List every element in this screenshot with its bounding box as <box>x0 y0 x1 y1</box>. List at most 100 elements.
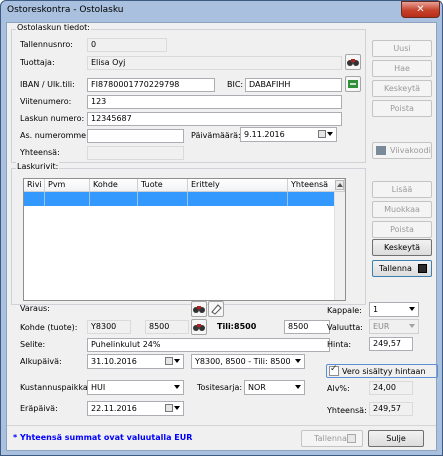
invoice-rows-title: Laskurivit: <box>16 162 60 171</box>
viivakoodi-button[interactable]: Viivakoodi <box>372 142 432 159</box>
row-divider <box>44 192 45 206</box>
tallenna-footer-button[interactable]: Tallenna <box>301 430 363 447</box>
table-row[interactable] <box>24 192 345 206</box>
close-button[interactable]: ✕ <box>401 1 440 18</box>
row-divider <box>287 192 288 206</box>
laskun-numero-input[interactable]: 12345687 <box>87 112 342 126</box>
hinta-label: Hinta: <box>327 340 352 349</box>
save-icon <box>347 434 356 443</box>
hinta-input[interactable]: 249,57 <box>369 337 413 351</box>
calendar-icon <box>318 130 326 138</box>
lisaa-button[interactable]: Lisää <box>372 181 432 198</box>
kappale-select[interactable]: 1 <box>369 302 419 317</box>
column-header-tuote[interactable]: Tuote <box>138 179 188 192</box>
tili-label: Tili: <box>217 322 234 331</box>
kohde-label: Kohde (tuote): <box>20 323 78 332</box>
currency-note: * Yhteensä summat ovat valuutalla EUR <box>13 433 193 442</box>
paivamaara-label: Päivämäärä: <box>191 131 241 140</box>
poista-header-button[interactable]: Poista <box>372 100 432 117</box>
kohde-right-input[interactable]: 8500 <box>284 320 330 334</box>
chevron-down-icon <box>409 307 415 311</box>
chevron-up-icon <box>337 183 343 187</box>
row-yhteensa-label: Yhteensä: <box>327 406 367 415</box>
bic-input[interactable]: DABAFIHH <box>245 78 342 92</box>
keskeyta-header-button[interactable]: Keskeytä <box>372 80 432 97</box>
column-header-kohde[interactable]: Kohde <box>90 179 138 192</box>
binoculars-icon <box>193 306 205 313</box>
tositesarja-select[interactable]: NOR <box>244 380 305 395</box>
viivakoodi-label: Viivakoodi <box>390 146 431 155</box>
vero-label: Vero sisältyy hintaan <box>342 367 426 376</box>
yhteensa-field <box>87 146 184 160</box>
varaus-label: Varaus: <box>20 304 50 313</box>
tositesarja-label: Tositesarja: <box>197 383 243 392</box>
binoculars-icon <box>347 59 359 66</box>
footer-divider <box>7 425 436 426</box>
viitenumero-input[interactable]: 123 <box>87 95 342 109</box>
tallenna-row-button[interactable]: Tallenna <box>372 260 432 277</box>
as-numeromme-label: As. numeromme: <box>20 131 89 140</box>
kohde-tili-combo-value: Y8300, 8500 - Tili: 8500 <box>195 357 291 366</box>
kohde-number-field: 8500 <box>145 320 189 334</box>
kohde-code-field: Y8300 <box>87 320 131 334</box>
paivamaara-datepicker[interactable]: 9.11.2016 <box>240 127 337 142</box>
kappale-label: Kappale: <box>327 306 362 315</box>
erapaiva-datepicker[interactable]: 22.11.2016 <box>87 401 184 416</box>
save-icon <box>418 264 427 273</box>
valuutta-label: Valuutta: <box>327 323 363 332</box>
selite-input[interactable]: Puhelinkulut 24% <box>87 338 330 352</box>
title-bar[interactable]: Ostoreskontra - Ostolasku ✕ <box>1 1 442 21</box>
iban-input[interactable]: FI8780001770229798 <box>87 78 215 92</box>
kohde-search-button[interactable] <box>191 319 207 335</box>
tallennusnro-label: Tallennusnro: <box>20 40 73 49</box>
invoice-rows-table[interactable]: Rivi Pvm Kohde Tuote Erittely Yhteensä <box>23 178 346 301</box>
app-window: Ostoreskontra - Ostolasku ✕ Ostolaskun t… <box>0 0 443 456</box>
tili-value: 8500 <box>234 322 257 331</box>
muokkaa-button[interactable]: Muokkaa <box>372 201 432 218</box>
tallenna-row-label: Tallenna <box>379 264 412 273</box>
chevron-down-icon <box>327 132 333 136</box>
poista-row-button[interactable]: Poista <box>372 221 432 238</box>
chevron-down-icon <box>409 324 415 328</box>
chevron-down-icon <box>295 359 301 363</box>
chevron-down-icon <box>295 385 301 389</box>
paivamaara-value: 9.11.2016 <box>244 130 285 139</box>
tallennusnro-field: 0 <box>87 38 167 52</box>
vero-checkbox[interactable] <box>329 364 339 376</box>
hae-button[interactable]: Hae <box>372 60 432 77</box>
barcode-icon <box>376 146 386 155</box>
invoice-details-title: Ostolaskun tiedot: <box>16 23 91 32</box>
keskeyta-row-button[interactable]: Keskeytä <box>372 239 432 256</box>
kustannuspaikka-select[interactable]: HUI <box>87 380 184 395</box>
alv-label: Alv%: <box>327 384 350 393</box>
client-area: Ostolaskun tiedot: Tallennusnro: 0 Tuott… <box>6 22 438 451</box>
yhteensa-label: Yhteensä: <box>20 148 60 157</box>
bank-lookup-button[interactable] <box>345 76 361 92</box>
uusi-button[interactable]: Uusi <box>372 40 432 57</box>
eraser-icon <box>211 304 222 315</box>
table-scrollbar[interactable] <box>334 192 345 300</box>
row-yhteensa-field: 249,57 <box>369 402 413 416</box>
row-divider <box>137 192 138 206</box>
column-header-pvm[interactable]: Pvm <box>45 179 90 192</box>
as-numeromme-input[interactable] <box>87 129 184 143</box>
calendar-icon <box>165 404 173 412</box>
varaus-clear-button[interactable] <box>208 301 224 317</box>
column-header-rivi[interactable]: Rivi <box>24 179 45 192</box>
alkupaiva-datepicker[interactable]: 31.10.2016 <box>87 354 184 369</box>
viitenumero-label: Viitenumero: <box>20 97 72 106</box>
kustannuspaikka-label: Kustannuspaikka: <box>20 383 91 392</box>
chevron-down-icon <box>174 385 180 389</box>
kohde-tili-combo[interactable]: Y8300, 8500 - Tili: 8500 <box>191 354 305 369</box>
refresh-icon <box>348 80 358 88</box>
sulje-button[interactable]: Sulje <box>368 430 424 447</box>
valuutta-select[interactable]: EUR <box>369 319 419 334</box>
laskun-numero-label: Laskun numero: <box>20 114 85 123</box>
search-supplier-button[interactable] <box>345 54 361 70</box>
erapaiva-value: 22.11.2016 <box>91 404 137 413</box>
tuottaja-label: Tuottaja: <box>20 58 55 67</box>
varaus-search-button[interactable] <box>191 301 207 317</box>
row-divider <box>187 192 188 206</box>
column-header-erittely[interactable]: Erittely <box>188 179 288 192</box>
tallenna-footer-label: Tallenna <box>314 434 347 443</box>
